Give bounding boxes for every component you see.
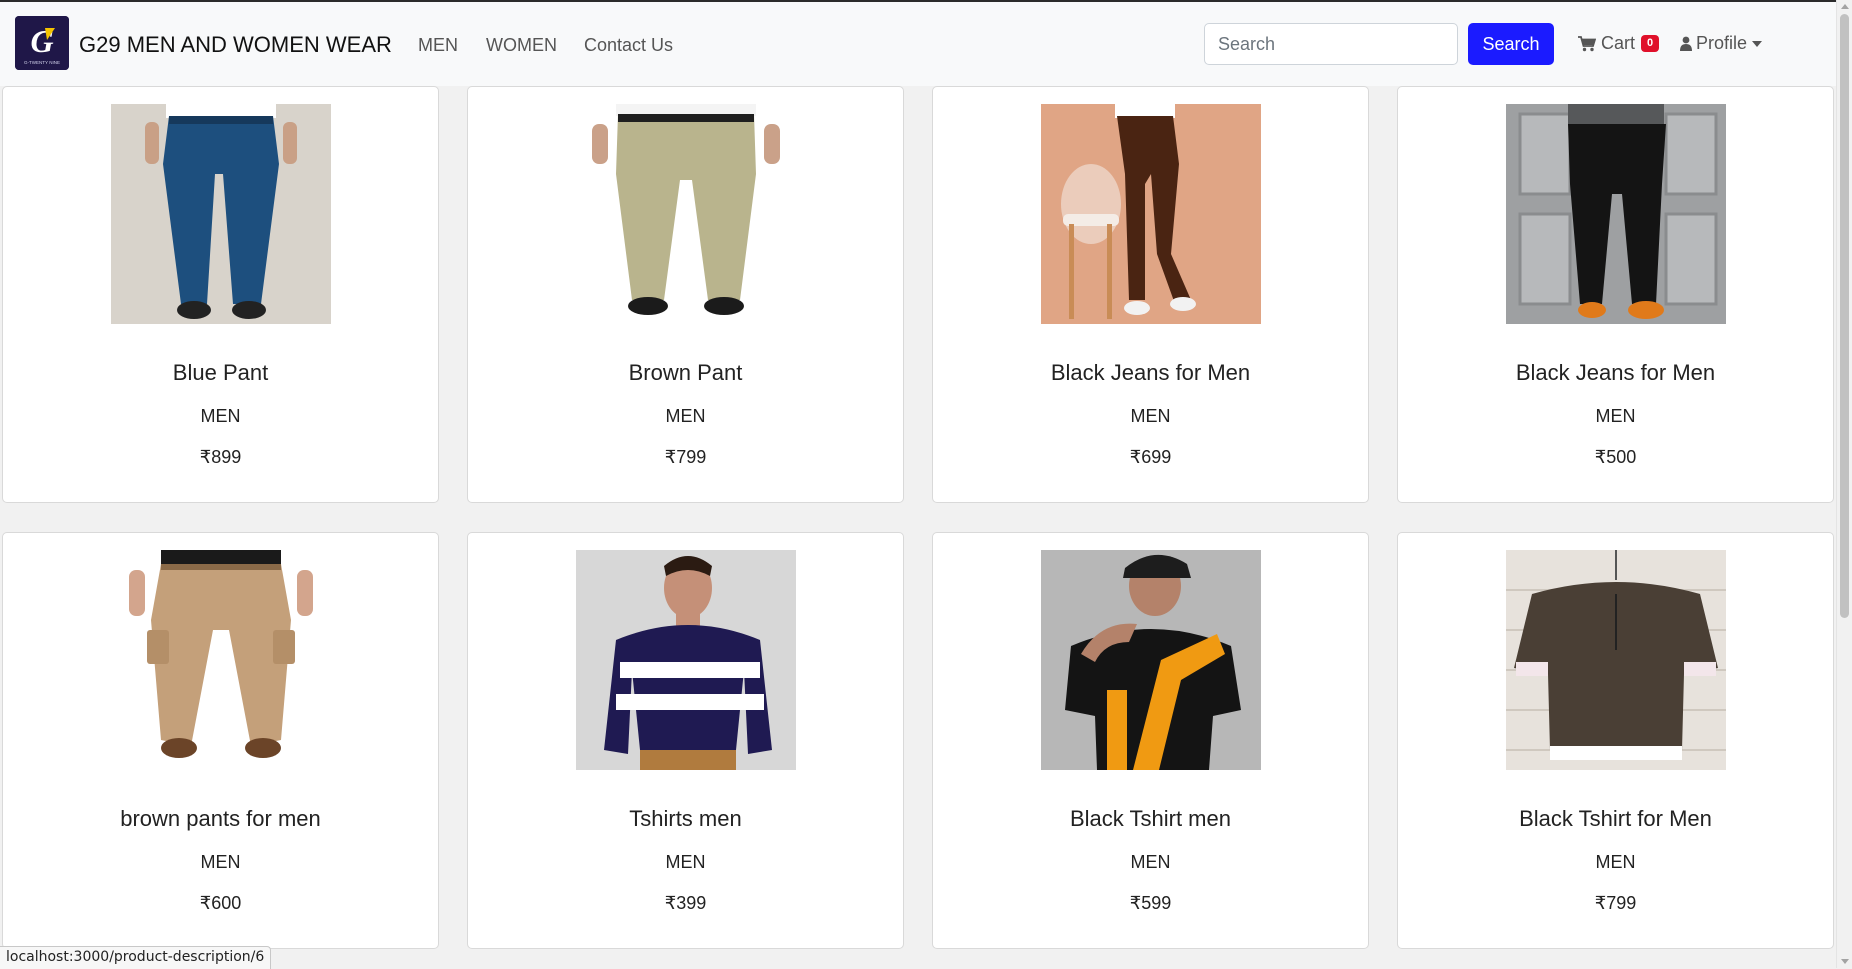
- cart-count-badge: 0: [1641, 35, 1660, 52]
- product-image-black-jeans[interactable]: [1506, 104, 1726, 324]
- khaki-trousers-image: [576, 104, 796, 324]
- scrollbar-thumb[interactable]: [1840, 14, 1849, 618]
- svg-text:G-TWENTY NINE: G-TWENTY NINE: [24, 60, 60, 65]
- product-image-tshirts-men[interactable]: [576, 550, 796, 770]
- product-category: MEN: [200, 852, 241, 872]
- user-icon: [1680, 36, 1692, 51]
- cart-link[interactable]: Cart 0: [1578, 33, 1660, 54]
- product-card[interactable]: Black Jeans for Men MEN ₹699: [932, 86, 1369, 503]
- product-category: MEN: [665, 406, 706, 426]
- profile-label: Profile: [1696, 33, 1748, 53]
- product-category: MEN: [1595, 852, 1636, 872]
- product-image-brown-pants[interactable]: [111, 550, 331, 770]
- product-price: ₹899: [199, 447, 242, 467]
- product-price: ₹699: [1129, 447, 1172, 467]
- product-name[interactable]: Black Tshirt men: [933, 806, 1368, 832]
- product-card[interactable]: Black Jeans for Men MEN ₹500: [1397, 86, 1834, 503]
- olive-tshirt-image: [1506, 550, 1726, 770]
- brown-trousers-chair-image: [1041, 104, 1261, 324]
- product-card[interactable]: Brown Pant MEN ₹799: [467, 86, 904, 503]
- shopping-cart-icon: [1578, 35, 1596, 51]
- product-category: MEN: [1130, 406, 1171, 426]
- product-name[interactable]: Black Tshirt for Men: [1398, 806, 1833, 832]
- profile-dropdown[interactable]: Profile: [1680, 33, 1763, 54]
- brand-name[interactable]: G29 MEN AND WOMEN WEAR: [79, 32, 392, 58]
- logo-mark-icon: G G-TWENTY NINE: [15, 16, 69, 70]
- nav-link-contact-us[interactable]: Contact Us: [584, 35, 673, 56]
- product-card[interactable]: brown pants for men MEN ₹600: [2, 532, 439, 949]
- product-price: ₹399: [664, 893, 707, 913]
- search-button[interactable]: Search: [1468, 23, 1554, 65]
- scroll-up-arrow-icon[interactable]: [1841, 4, 1849, 9]
- black-trousers-orange-shoes-image: [1506, 104, 1726, 324]
- striped-sweater-image: [576, 550, 796, 770]
- cart-label: Cart: [1601, 33, 1636, 53]
- product-name[interactable]: Black Jeans for Men: [1398, 360, 1833, 386]
- chevron-down-icon: [1752, 40, 1763, 47]
- black-orange-tshirt-image: [1041, 550, 1261, 770]
- product-image-black-jeans[interactable]: [1041, 104, 1261, 324]
- cargo-pants-image: [111, 550, 331, 770]
- product-image-brown-pant[interactable]: [576, 104, 796, 324]
- product-category: MEN: [665, 852, 706, 872]
- scroll-down-arrow-icon[interactable]: [1841, 959, 1849, 964]
- product-card[interactable]: Tshirts men MEN ₹399: [467, 532, 904, 949]
- product-category: MEN: [1130, 852, 1171, 872]
- product-card[interactable]: Black Tshirt for Men MEN ₹799: [1397, 532, 1834, 949]
- product-price: ₹799: [1594, 893, 1637, 913]
- product-category: MEN: [200, 406, 241, 426]
- product-card[interactable]: Blue Pant MEN ₹899: [2, 86, 439, 503]
- navbar: G G-TWENTY NINE G29 MEN AND WOMEN WEAR M…: [0, 2, 1836, 86]
- product-image-blue-pant[interactable]: [111, 104, 331, 324]
- nav-link-women[interactable]: WOMEN: [486, 35, 557, 56]
- product-image-black-tshirt[interactable]: [1041, 550, 1261, 770]
- product-name[interactable]: Brown Pant: [468, 360, 903, 386]
- product-name[interactable]: Tshirts men: [468, 806, 903, 832]
- link-status-bar: localhost:3000/product-description/6: [0, 946, 272, 969]
- product-price: ₹600: [199, 893, 242, 913]
- product-price: ₹799: [664, 447, 707, 467]
- product-name[interactable]: brown pants for men: [3, 806, 438, 832]
- product-price: ₹500: [1594, 447, 1637, 467]
- product-image-black-tshirt-for-men[interactable]: [1506, 550, 1726, 770]
- product-name[interactable]: Blue Pant: [3, 360, 438, 386]
- product-price: ₹599: [1129, 893, 1172, 913]
- search-input[interactable]: [1204, 23, 1458, 65]
- nav-link-men[interactable]: MEN: [418, 35, 458, 56]
- product-card[interactable]: Black Tshirt men MEN ₹599: [932, 532, 1369, 949]
- brand-logo[interactable]: G G-TWENTY NINE: [15, 16, 69, 70]
- product-name[interactable]: Black Jeans for Men: [933, 360, 1368, 386]
- vertical-scrollbar[interactable]: [1836, 0, 1852, 968]
- product-category: MEN: [1595, 406, 1636, 426]
- blue-trousers-image: [111, 104, 331, 324]
